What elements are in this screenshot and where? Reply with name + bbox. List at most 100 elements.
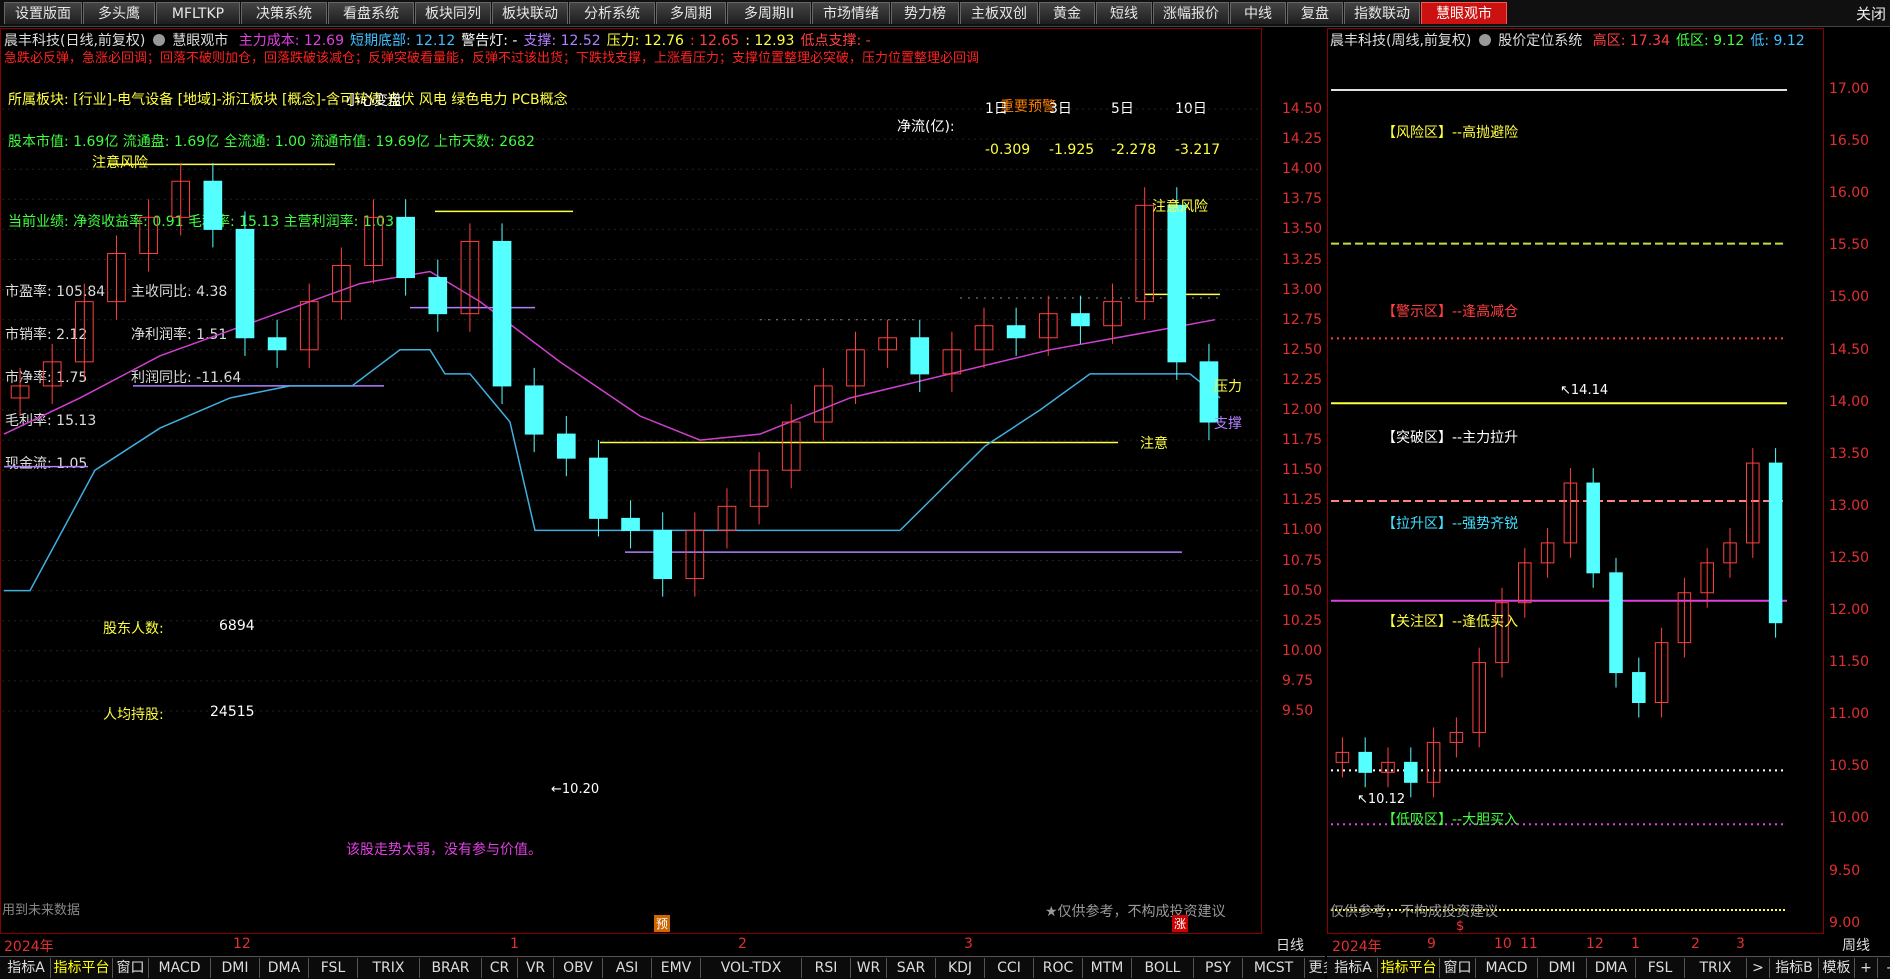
indicator-tab-22[interactable]: MTM xyxy=(1083,958,1132,978)
indicator-tab-10[interactable]: 指标B xyxy=(1770,958,1819,978)
weekly-period-label[interactable]: 周线 xyxy=(1842,935,1870,955)
tab-2[interactable]: 多头鹰 xyxy=(83,2,155,24)
indicator-tab-24[interactable]: PSY xyxy=(1194,958,1243,978)
indicator-tab-7[interactable]: FSL xyxy=(309,958,358,978)
tab-1[interactable]: 设置版面 xyxy=(4,2,82,24)
indicator-tab-5[interactable]: DMI xyxy=(1538,958,1587,978)
tab-8[interactable]: 分析系统 xyxy=(569,2,655,24)
close-button[interactable]: 关闭 xyxy=(1856,3,1886,24)
tab-14[interactable]: 黄金 xyxy=(1039,2,1095,24)
indicator-tab-14[interactable]: EMV xyxy=(652,958,701,978)
indicator-tab-6[interactable]: DMA xyxy=(1587,958,1636,978)
weekly-disclaimer: 仅供参考，不构成投资建议 xyxy=(1330,904,1498,920)
y-tick: 12.50 xyxy=(1829,549,1870,566)
x-tick: 1 xyxy=(1631,936,1640,952)
bottom-indicator-bar-right: 指标A指标平台窗口MACDDMIDMAFSLTRIX>指标B模板+- xyxy=(1327,956,1890,979)
y-tick: 15.00 xyxy=(1829,289,1870,306)
daily-candle xyxy=(203,180,223,230)
daily-candle xyxy=(556,433,576,459)
indicator-tab-23[interactable]: BOLL xyxy=(1132,958,1194,978)
y-tick: 11.75 xyxy=(1282,432,1323,449)
daily-candle xyxy=(910,337,930,375)
daily-candlestick-chart[interactable] xyxy=(0,60,1262,932)
daily-candle xyxy=(589,457,608,519)
indicator-tab-4[interactable]: MACD xyxy=(149,958,211,978)
weekly-dollar-mark: $ xyxy=(1456,919,1465,934)
y-tick: 11.50 xyxy=(1829,654,1870,671)
indicator-tab-1[interactable]: 指标A xyxy=(1329,958,1378,978)
daily-candle xyxy=(396,216,415,279)
tab-13[interactable]: 主板双创 xyxy=(960,2,1038,24)
y-tick: 13.00 xyxy=(1829,497,1870,514)
indicator-tab-16[interactable]: RSI xyxy=(802,958,851,978)
indicator-tab-5[interactable]: DMI xyxy=(211,958,260,978)
tab-19[interactable]: 指数联动 xyxy=(1344,2,1420,24)
tab-20[interactable]: 慧眼观市 xyxy=(1421,2,1507,24)
tab-5[interactable]: 看盘系统 xyxy=(328,2,414,24)
indicator-tab-12[interactable]: + xyxy=(1855,958,1878,978)
tab-17[interactable]: 中线 xyxy=(1230,2,1286,24)
indicator-tab-15[interactable]: VOL-TDX xyxy=(701,958,802,978)
indicator-tab-9[interactable]: BRAR xyxy=(420,958,482,978)
indicator-tab-2[interactable]: 指标平台 xyxy=(1378,958,1440,978)
indicator-tab-17[interactable]: WR xyxy=(851,958,887,978)
weekly-low-mark: ↖10.12 xyxy=(1357,792,1406,807)
tab-18[interactable]: 复盘 xyxy=(1287,2,1343,24)
tab-10[interactable]: 多周期II xyxy=(727,2,811,24)
y-tick: 12.75 xyxy=(1282,311,1323,328)
indicator-tab-1[interactable]: 指标A xyxy=(2,958,51,978)
weekly-indicator-1: 高区: 17.34 xyxy=(1592,33,1670,49)
attention-note: 注意 xyxy=(1140,436,1168,452)
indicator-tab-19[interactable]: KDJ xyxy=(936,958,985,978)
indicator-tab-21[interactable]: ROC xyxy=(1034,958,1083,978)
indicator-tab-3[interactable]: 窗口 xyxy=(1440,958,1476,978)
daily-candle xyxy=(1167,204,1187,363)
indicator-tab-3[interactable]: 窗口 xyxy=(113,958,149,978)
tab-9[interactable]: 多周期 xyxy=(656,2,726,24)
indicator-tab-20[interactable]: CCI xyxy=(985,958,1034,978)
indicator-tab-6[interactable]: DMA xyxy=(260,958,309,978)
indicator-tab-7[interactable]: FSL xyxy=(1636,958,1685,978)
tab-6[interactable]: 板块同列 xyxy=(415,2,491,24)
indicator-tab-13[interactable]: - xyxy=(1878,958,1890,978)
indicator-tab-8[interactable]: TRIX xyxy=(358,958,420,978)
indicator-tab-4[interactable]: MACD xyxy=(1476,958,1538,978)
y-tick: 13.00 xyxy=(1282,281,1323,298)
dropdown-icon-weekly[interactable] xyxy=(1478,34,1491,46)
daily-period-label[interactable]: 日线 xyxy=(1276,935,1304,955)
indicator-tab-12[interactable]: OBV xyxy=(554,958,603,978)
tab-12[interactable]: 势力榜 xyxy=(891,2,959,24)
weekly-indicator-2: 低区: 9.12 xyxy=(1675,33,1745,49)
indicator-tab-13[interactable]: ASI xyxy=(603,958,652,978)
bottom-indicator-bar-left: 指标A 指标平台 窗口 MACD DMI DMA FSL TRIX BRAR CR VR OBV ASI… xyxy=(0,956,1518,979)
dropdown-icon[interactable] xyxy=(152,34,165,46)
x-tick: 9 xyxy=(1427,936,1436,952)
y-tick: 9.50 xyxy=(1282,703,1314,719)
weekly-candle xyxy=(1586,482,1600,574)
daily-candle xyxy=(524,385,544,435)
indicator-tab-9[interactable]: > xyxy=(1747,958,1770,978)
tab-4[interactable]: 决策系统 xyxy=(241,2,327,24)
tab-7[interactable]: 板块联动 xyxy=(492,2,568,24)
indicator-tab-2[interactable]: 指标平台 xyxy=(51,958,113,978)
weekly-system-name[interactable]: 股价定位系统 xyxy=(1498,33,1582,49)
limit-up-badge: 涨 xyxy=(1172,915,1189,932)
indicator-tab-11[interactable]: 模板 xyxy=(1819,958,1855,978)
tab-11[interactable]: 市场情绪 xyxy=(812,2,890,24)
x-tick: 2024年 xyxy=(4,939,54,955)
weekly-candle xyxy=(1358,751,1372,773)
y-tick: 10.50 xyxy=(1829,758,1870,775)
indicator-tab-11[interactable]: VR xyxy=(518,958,554,978)
y-tick: 16.50 xyxy=(1829,133,1870,150)
tab-3[interactable]: MFLTKP xyxy=(156,2,240,24)
tab-15[interactable]: 短线 xyxy=(1096,2,1152,24)
low-price-value: 10.20 xyxy=(561,782,600,797)
zone-label-1: 【风险区】--高抛避险 xyxy=(1382,125,1519,141)
indicator-tab-25[interactable]: MCST xyxy=(1243,958,1305,978)
indicator-tab-8[interactable]: TRIX xyxy=(1685,958,1747,978)
y-tick: 10.25 xyxy=(1282,612,1323,629)
tab-16[interactable]: 涨幅报价 xyxy=(1153,2,1229,24)
indicator-tab-10[interactable]: CR xyxy=(482,958,518,978)
indicator-tab-18[interactable]: SAR xyxy=(887,958,936,978)
weekly-candle xyxy=(1768,462,1783,624)
